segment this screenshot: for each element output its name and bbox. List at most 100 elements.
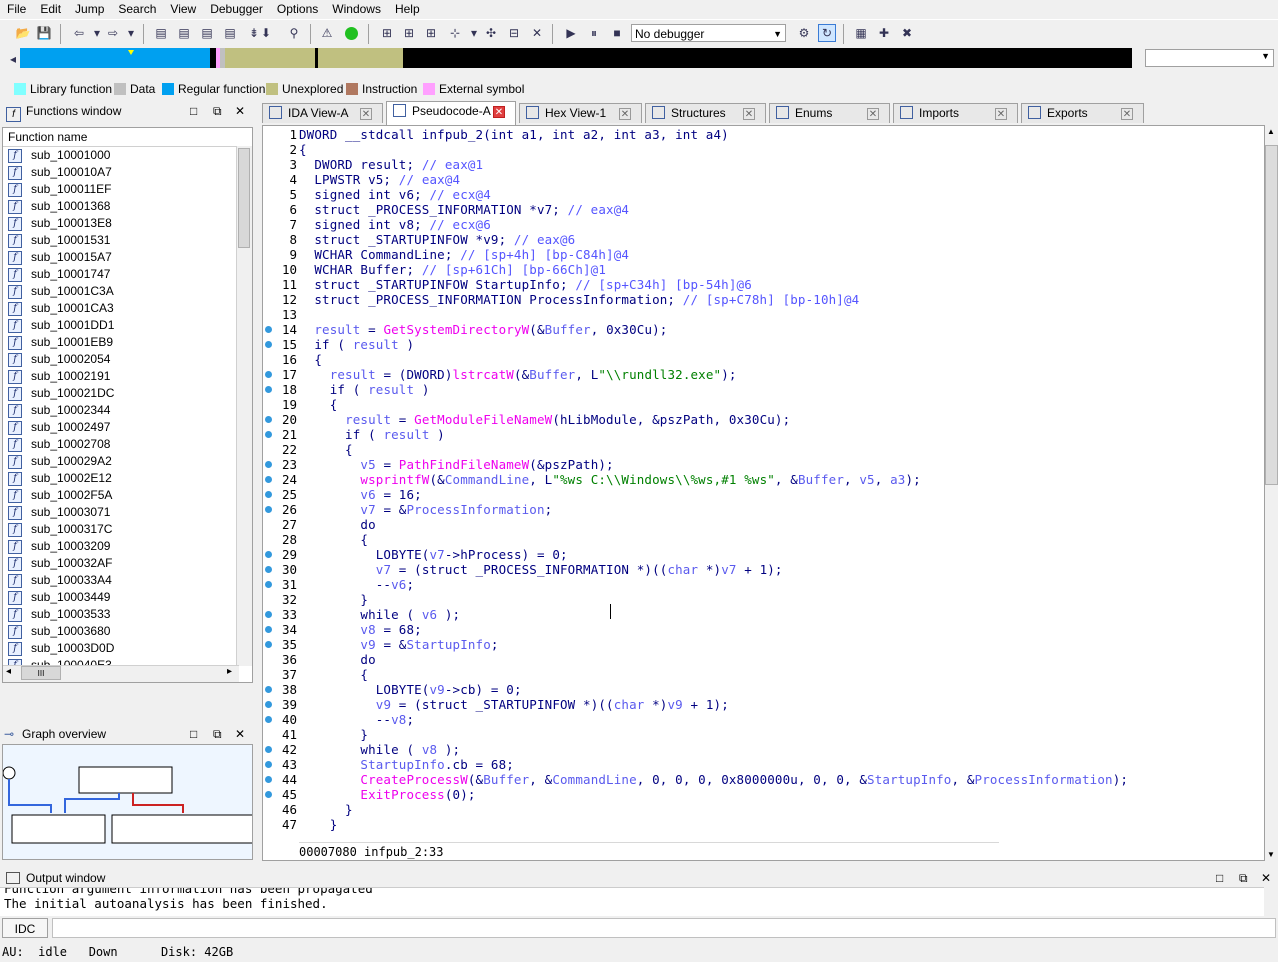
array-icon[interactable]: ⊹ (446, 24, 464, 42)
function-list-item[interactable]: f sub_10003680 (3, 623, 252, 640)
menu-help[interactable]: Help (388, 0, 427, 18)
debugger-select[interactable]: No debugger ▼ (631, 24, 786, 42)
code-line[interactable]: struct _STARTUPINFOW StartupInfo; // [sp… (299, 277, 752, 292)
breakpoint-dot-icon[interactable] (265, 761, 272, 768)
idc-command-input[interactable] (52, 918, 1276, 938)
breakpoint-dot-icon[interactable] (265, 566, 272, 573)
jump-down-icon[interactable]: ⬇ (257, 24, 275, 42)
code-line[interactable]: result = (DWORD)lstrcatW(&Buffer, L"\\ru… (299, 367, 737, 382)
breakpoint-dot-icon[interactable] (265, 371, 272, 378)
code-line[interactable]: WCHAR Buffer; // [sp+61Ch] [bp-66Ch]@1 (299, 262, 606, 277)
next-search-icon[interactable]: ▤ (221, 24, 239, 42)
menu-view[interactable]: View (163, 0, 203, 18)
close-icon[interactable]: ✕ (235, 724, 245, 744)
code-line[interactable]: v7 = &ProcessInformation; (299, 502, 552, 517)
close-tab-icon[interactable]: ✕ (360, 108, 372, 120)
code-line[interactable]: CreateProcessW(&Buffer, &CommandLine, 0,… (299, 772, 1128, 787)
code-line[interactable]: --v8; (299, 712, 414, 727)
close-tab-icon[interactable]: ✕ (1121, 108, 1133, 120)
code-line[interactable]: } (299, 592, 368, 607)
save-icon[interactable]: 💾 (35, 24, 53, 42)
code-line[interactable]: { (299, 442, 353, 457)
code-line[interactable]: LOBYTE(v7->hProcess) = 0; (299, 547, 568, 562)
code-line[interactable]: if ( result ) (299, 382, 430, 397)
function-list-item[interactable]: f sub_100013E8 (3, 215, 252, 232)
code-line[interactable]: LOBYTE(v9->cb) = 0; (299, 682, 522, 697)
function-name-column-header[interactable]: Function name (3, 128, 252, 147)
breakpoint-dot-icon[interactable] (265, 416, 272, 423)
breakpoint-dot-icon[interactable] (265, 716, 272, 723)
breakpoint-dot-icon[interactable] (265, 626, 272, 633)
scroll-grip[interactable]: III (21, 666, 61, 680)
code-line[interactable]: } (299, 802, 353, 817)
back-icon[interactable]: ⇦ (70, 24, 88, 42)
code-line[interactable]: WCHAR CommandLine; // [sp+4h] [bp-C84h]@… (299, 247, 629, 262)
refresh-icon[interactable]: ↻ (818, 24, 836, 42)
code-line[interactable]: wsprintfW(&CommandLine, L"%ws C:\\Window… (299, 472, 921, 487)
code-line[interactable]: signed int v8; // ecx@6 (299, 217, 491, 232)
functions-list[interactable]: Function name f sub_10001000 f sub_100010A7… (2, 127, 253, 683)
code-vertical-scrollbar[interactable]: ▲ ▼ (1265, 125, 1278, 861)
code-line[interactable]: { (299, 352, 322, 367)
menu-jump[interactable]: Jump (68, 0, 111, 18)
menu-search[interactable]: Search (111, 0, 163, 18)
code-line[interactable]: { (299, 397, 338, 412)
code-line[interactable]: { (299, 142, 307, 157)
close-tab-icon[interactable]: ✕ (867, 108, 879, 120)
breakpoint-dot-icon[interactable] (265, 431, 272, 438)
restore-icon[interactable]: ⧉ (213, 101, 222, 121)
breakpoint-dot-icon[interactable] (265, 776, 272, 783)
scroll-thumb[interactable] (1265, 145, 1278, 485)
code-line[interactable]: result = GetSystemDirectoryW(&Buffer, 0x… (299, 322, 667, 337)
restore-icon[interactable]: ⧉ (1239, 868, 1248, 888)
pause-icon[interactable]: ⏸ (585, 24, 603, 42)
menu-edit[interactable]: Edit (33, 0, 68, 18)
graph-overview[interactable] (2, 744, 253, 860)
code-line[interactable]: signed int v6; // ecx@4 (299, 187, 491, 202)
function-list-item[interactable]: f sub_10003449 (3, 589, 252, 606)
scroll-right-icon[interactable]: ▸ (227, 666, 232, 677)
code-line[interactable]: } (299, 817, 338, 832)
functions-horizontal-scrollbar[interactable]: ◂ III ▸ (3, 665, 239, 682)
text-search-icon[interactable]: ▤ (175, 24, 193, 42)
breakpoint-dot-icon[interactable] (265, 791, 272, 798)
close-icon[interactable]: ✕ (1261, 868, 1271, 888)
code-line[interactable]: StartupInfo.cb = 68; (299, 757, 514, 772)
function-list-item[interactable]: f sub_10002708 (3, 436, 252, 453)
output-text[interactable]: Function argument information has been p… (0, 887, 1264, 916)
function-list-item[interactable]: f sub_10001747 (3, 266, 252, 283)
function-list-item[interactable]: f sub_10001531 (3, 232, 252, 249)
breakpoint-dot-icon[interactable] (265, 746, 272, 753)
breakpoint-dot-icon[interactable] (265, 386, 272, 393)
code-line[interactable]: v9 = (struct _STARTUPINFOW *)((char *)v9… (299, 697, 729, 712)
scroll-up-icon[interactable]: ▲ (1267, 127, 1275, 136)
view-icon[interactable]: ▦ (852, 24, 870, 42)
function-list-item[interactable]: f sub_10002191 (3, 368, 252, 385)
forward-dropdown-icon[interactable]: ▾ (122, 24, 140, 42)
idc-button[interactable]: IDC (2, 918, 48, 938)
menu-options[interactable]: Options (270, 0, 325, 18)
code-line[interactable]: v7 = (struct _PROCESS_INFORMATION *)((ch… (299, 562, 783, 577)
breakpoint-dot-icon[interactable] (265, 326, 272, 333)
function-list-item[interactable]: f sub_100029A2 (3, 453, 252, 470)
delete-icon[interactable]: ✕ (528, 24, 546, 42)
function-list-item[interactable]: f sub_10003533 (3, 606, 252, 623)
menu-windows[interactable]: Windows (325, 0, 388, 18)
stop-icon[interactable]: ⚠ (318, 24, 336, 42)
code-line[interactable]: struct _PROCESS_INFORMATION ProcessInfor… (299, 292, 859, 307)
code-line[interactable]: struct _PROCESS_INFORMATION *v7; // eax@… (299, 202, 629, 217)
code-line[interactable]: DWORD result; // eax@1 (299, 157, 483, 172)
run-analysis-icon[interactable] (342, 24, 360, 42)
code-line[interactable]: struct _STARTUPINFOW *v9; // eax@6 (299, 232, 575, 247)
breakpoint-dot-icon[interactable] (265, 686, 272, 693)
breakpoint-dot-icon[interactable] (265, 701, 272, 708)
function-list-item[interactable]: f sub_10003209 (3, 538, 252, 555)
code-line[interactable]: if ( result ) (299, 427, 445, 442)
code-line[interactable]: ExitProcess(0); (299, 787, 476, 802)
data-icon[interactable]: ⊞ (400, 24, 418, 42)
code-icon[interactable]: ⊞ (378, 24, 396, 42)
function-list-item[interactable]: f sub_100011EF (3, 181, 252, 198)
scroll-down-icon[interactable]: ▼ (1267, 850, 1275, 859)
code-line[interactable]: { (299, 667, 368, 682)
breakpoint-dot-icon[interactable] (265, 506, 272, 513)
